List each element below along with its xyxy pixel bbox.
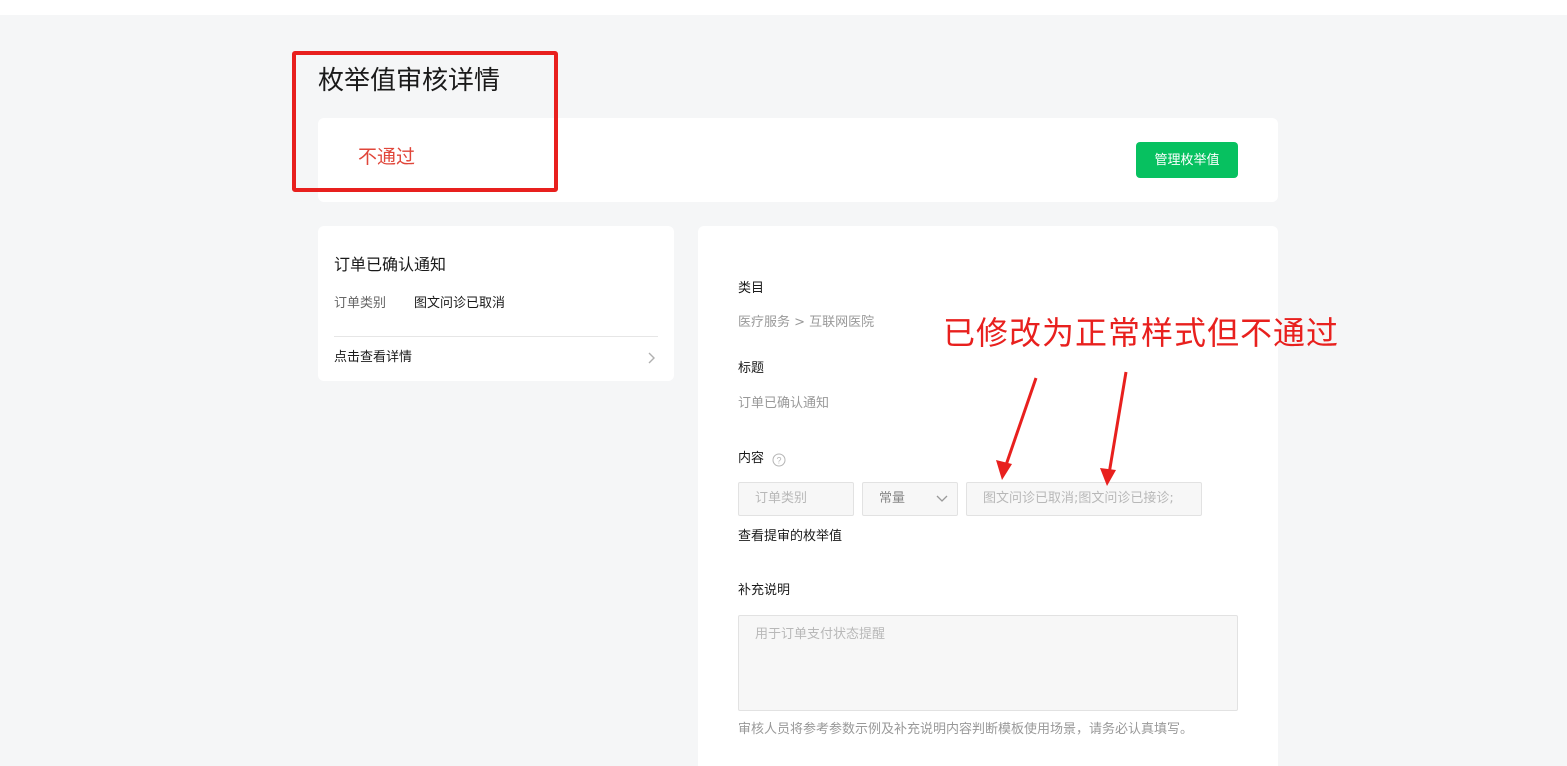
supplement-textarea[interactable]: 用于订单支付状态提醒 (738, 615, 1238, 711)
template-card-title: 订单已确认通知 (334, 255, 447, 274)
category-label: 类目 (738, 281, 765, 296)
title-label: 标题 (738, 361, 765, 376)
param-type-select[interactable]: 常量 (862, 482, 958, 516)
param-type-value: 常量 (879, 491, 906, 506)
category-value: 医疗服务 > 互联网医院 (738, 315, 875, 330)
status-card: 不通过 管理枚举值 (318, 118, 1278, 202)
title-value: 订单已确认通知 (738, 396, 830, 411)
template-card-field-label: 订单类别 (334, 296, 387, 311)
view-details-link[interactable]: 点击查看详情 (334, 348, 412, 368)
divider (334, 336, 658, 337)
page-title: 枚举值审核详情 (318, 66, 501, 96)
param-example-field[interactable]: 图文问诊已取消;图文问诊已接诊; (966, 482, 1202, 516)
content-label: 内容 (738, 451, 765, 466)
status-text: 不通过 (358, 146, 416, 168)
param-name-field[interactable]: 订单类别 (738, 482, 854, 516)
supplement-label: 补充说明 (738, 583, 791, 598)
detail-card: 类目 医疗服务 > 互联网医院 标题 订单已确认通知 内容 ? 订单类别 常量 … (698, 226, 1278, 766)
view-submitted-enum-link[interactable]: 查看提审的枚举值 (738, 528, 842, 546)
svg-text:?: ? (776, 456, 781, 466)
supplement-value: 用于订单支付状态提醒 (755, 627, 886, 642)
help-icon[interactable]: ? (772, 453, 786, 467)
review-note: 审核人员将参考参数示例及补充说明内容判断模板使用场景，请务必认真填写。 (738, 722, 1194, 737)
param-name-value: 订单类别 (755, 491, 808, 506)
manage-enum-button[interactable]: 管理枚举值 (1136, 142, 1238, 178)
chevron-down-icon (936, 495, 948, 502)
param-example-value: 图文问诊已取消;图文问诊已接诊; (983, 491, 1174, 506)
template-card-field-value: 图文问诊已取消 (414, 296, 506, 311)
template-card: 订单已确认通知 订单类别 图文问诊已取消 点击查看详情 (318, 226, 674, 381)
top-bar (0, 0, 1567, 15)
chevron-right-icon[interactable] (646, 350, 658, 366)
annotation-text: 已修改为正常样式但不通过 (943, 314, 1340, 352)
